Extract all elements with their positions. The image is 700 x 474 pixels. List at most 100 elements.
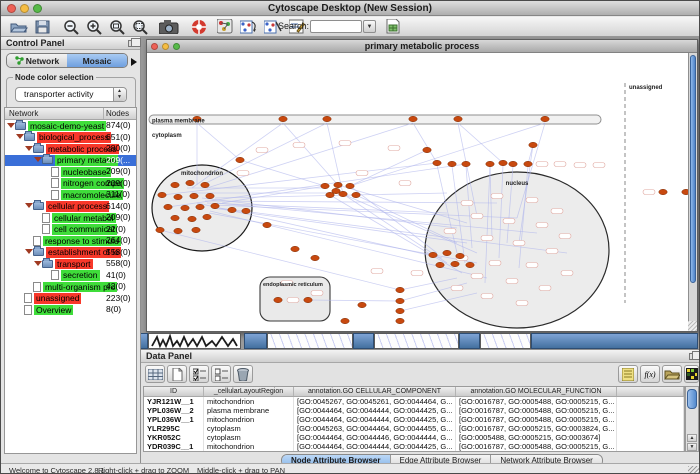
unselect-attributes-icon[interactable] <box>211 365 231 383</box>
save-session-icon[interactable] <box>32 18 52 35</box>
minimized-window-fragment[interactable] <box>141 333 148 349</box>
tree-col-nodes[interactable]: Nodes <box>106 109 129 118</box>
vscroll-thumb[interactable] <box>690 55 696 283</box>
scroll-up-icon[interactable]: ▲ <box>687 434 697 442</box>
tab-overflow-icon[interactable] <box>131 58 137 66</box>
tab-mosaic[interactable]: Mosaic <box>67 54 127 67</box>
minimized-network-window[interactable] <box>374 333 459 349</box>
table-row[interactable]: YLR295Ccytoplasm[GO:0045263, GO:0044464,… <box>144 424 684 433</box>
tree-row[interactable]: nitrogen compo209(0) <box>5 178 136 190</box>
inner-minimize-icon[interactable] <box>162 43 169 50</box>
delete-attribute-icon[interactable] <box>233 365 253 383</box>
attribute-select-table-icon[interactable] <box>145 365 165 383</box>
node-label <box>536 162 548 167</box>
tree-row[interactable]: mosaic-demo-yeast874(0) <box>5 120 136 132</box>
column-header[interactable]: annotation.GO CELLULAR_COMPONENT <box>294 387 456 396</box>
tree-row[interactable]: nucleobase-209(0) <box>5 166 136 178</box>
column-header[interactable]: annotation.GO MOLECULAR_FUNCTION <box>456 387 617 396</box>
table-cell: YKR052C <box>144 433 204 442</box>
tree-row[interactable]: macromolecule311(0) <box>5 189 136 201</box>
import-table-icon[interactable] <box>662 365 682 383</box>
column-header[interactable] <box>617 387 684 396</box>
new-attribute-icon[interactable] <box>167 365 187 383</box>
tree-col-network[interactable]: Network <box>9 109 38 118</box>
table-row[interactable]: YJR121W__1mitochondrion[GO:0045267, GO:0… <box>144 397 684 406</box>
tab-network-label: Network <box>26 54 60 68</box>
search-input[interactable] <box>310 20 362 33</box>
zoom-in-icon[interactable] <box>84 18 104 35</box>
tree-row[interactable]: transport558(0) <box>5 258 136 270</box>
attribute-table[interactable]: ID_cellularLayoutRegionannotation.GO CEL… <box>143 386 685 452</box>
minimized-window-titlebar[interactable] <box>459 333 480 349</box>
open-file-icon[interactable] <box>9 18 29 35</box>
inner-close-icon[interactable] <box>151 43 158 50</box>
gene-node <box>659 189 667 194</box>
file-icon <box>33 236 41 246</box>
tree-row[interactable]: multi-organism pro42(0) <box>5 281 136 293</box>
tree-node-count: 209(0) <box>106 166 131 178</box>
table-row[interactable]: YKR052Ccytoplasm[GO:0044464, GO:0044446,… <box>144 433 684 442</box>
select-attributes-icon[interactable] <box>189 365 209 383</box>
window-titlebar[interactable]: Cytoscape Desktop (New Session) <box>1 1 699 16</box>
combo-stepper-icon[interactable]: ▲▼ <box>113 88 126 101</box>
table-vscrollbar[interactable]: ▲ ▼ <box>685 386 699 452</box>
folder-icon <box>33 145 44 153</box>
import-attributes-icon[interactable] <box>383 18 403 35</box>
table-row[interactable]: YPL036W__2plasma membrane[GO:0044464, GO… <box>144 406 684 415</box>
minimized-window-titlebar[interactable] <box>244 333 267 349</box>
tree-row[interactable]: unassigned223(0) <box>5 293 136 305</box>
column-header[interactable]: _cellularLayoutRegion <box>204 387 294 396</box>
window-resize-grip[interactable] <box>688 466 699 474</box>
network-vscrollbar[interactable] <box>688 53 697 331</box>
minimized-window-titlebar[interactable] <box>353 333 374 349</box>
node-label <box>513 241 525 246</box>
close-icon[interactable] <box>7 4 16 13</box>
minimized-network-window[interactable] <box>480 333 531 349</box>
network-graph-svg[interactable]: plasma membranecytoplasmmitochondrionnuc… <box>147 53 688 331</box>
zoom-selected-region-icon[interactable] <box>107 18 127 35</box>
formula-icon[interactable]: f(x) <box>640 365 660 383</box>
tree-header[interactable]: Network Nodes <box>5 108 136 120</box>
tree-row[interactable]: establishment of lo558(0) <box>5 247 136 259</box>
tree-row[interactable]: secretion41(0) <box>5 270 136 282</box>
zoom-fit-icon[interactable] <box>130 18 150 35</box>
vizmapper-icon[interactable] <box>215 18 235 35</box>
table-cell: mitochondrion <box>204 415 294 424</box>
minimized-network-window[interactable] <box>267 333 353 349</box>
window-resize-grip[interactable] <box>688 321 697 331</box>
minimized-window-titlebar-wide[interactable] <box>531 333 698 349</box>
tree-row[interactable]: cellular process614(0) <box>5 201 136 213</box>
search-dropdown-icon[interactable]: ▼ <box>363 20 376 33</box>
table-vscroll-thumb[interactable] <box>687 389 697 409</box>
notes-icon[interactable] <box>618 365 638 383</box>
network-view-titlebar[interactable]: primary metabolic process <box>147 40 697 53</box>
table-row[interactable]: YDR039C__1mitochondrion[GO:0044464, GO:0… <box>144 442 684 451</box>
network-canvas[interactable]: plasma membranecytoplasmmitochondrionnuc… <box>147 53 688 331</box>
node-color-combobox[interactable]: transporter activity ▲▼ <box>15 87 127 102</box>
create-network-icon[interactable] <box>239 18 259 35</box>
column-header[interactable]: ID <box>144 387 204 396</box>
minimized-overview-window[interactable] <box>148 333 241 349</box>
help-icon[interactable] <box>189 18 209 35</box>
network-view-window[interactable]: primary metabolic process plasma membran… <box>146 39 698 332</box>
tab-network[interactable]: Network <box>7 54 67 67</box>
tree-row[interactable]: cellular metabol209(0) <box>5 212 136 224</box>
minimize-icon[interactable] <box>20 4 29 13</box>
tree-row[interactable]: biological_process651(0) <box>5 132 136 144</box>
snapshot-icon[interactable] <box>159 18 179 35</box>
tree-row[interactable]: Overview8(0) <box>5 304 136 316</box>
float-panel-icon[interactable] <box>689 353 697 360</box>
tree-row[interactable]: response to stimulu264(0) <box>5 235 136 247</box>
group-legend: Node color selection <box>13 73 96 82</box>
heatmap-icon[interactable] <box>684 365 699 383</box>
float-panel-icon[interactable] <box>128 40 136 47</box>
tree-row[interactable]: primary metabo209(... <box>5 155 136 167</box>
tree-row[interactable]: cell communicat22(0) <box>5 224 136 236</box>
maximize-icon[interactable] <box>33 4 42 13</box>
tree-row[interactable]: metabolic process280(0) <box>5 143 136 155</box>
attribute-table-header[interactable]: ID_cellularLayoutRegionannotation.GO CEL… <box>144 387 684 397</box>
inner-maximize-icon[interactable] <box>173 43 180 50</box>
table-row[interactable]: YPL036W__1mitochondrion[GO:0044464, GO:0… <box>144 415 684 424</box>
zoom-out-icon[interactable] <box>61 18 81 35</box>
scroll-down-icon[interactable]: ▼ <box>687 443 697 451</box>
